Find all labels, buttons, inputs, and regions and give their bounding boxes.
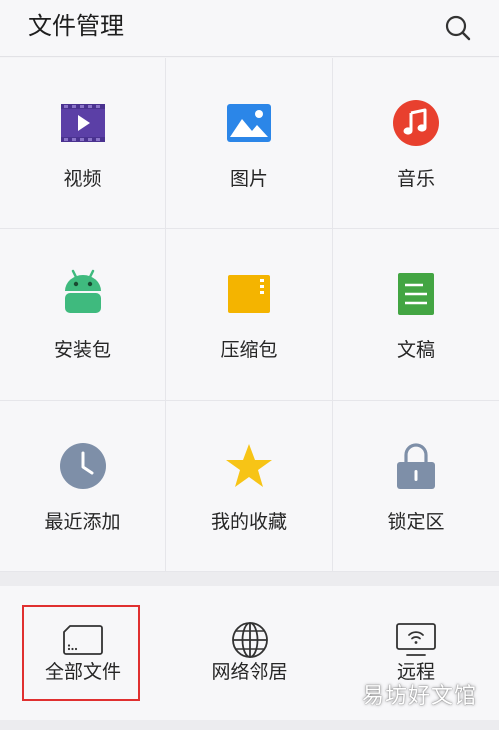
category-locked[interactable]: 锁定区 <box>333 401 499 572</box>
shortcut-label: 全部文件 <box>44 661 121 683</box>
category-document[interactable]: 文稿 <box>333 229 499 401</box>
page-title: 文件管理 <box>28 12 124 40</box>
search-button[interactable] <box>438 8 478 48</box>
footer-strip <box>0 720 499 730</box>
category-music[interactable]: 音乐 <box>333 58 499 229</box>
shortcut-label: 远程 <box>396 661 435 683</box>
watermark-text: 易坊好文馆 <box>361 684 477 709</box>
category-grid: 视频 图片 音乐 安装包 压缩包 文稿 最近添加 我的收藏 锁定区 <box>0 58 499 572</box>
document-icon <box>398 273 434 315</box>
category-video[interactable]: 视频 <box>0 58 166 229</box>
clock-icon <box>59 443 106 489</box>
category-label: 音乐 <box>396 168 435 190</box>
video-icon <box>60 104 105 142</box>
category-label: 视频 <box>63 168 102 190</box>
search-icon <box>445 15 471 41</box>
lock-icon <box>397 443 435 489</box>
category-image[interactable]: 图片 <box>166 58 333 229</box>
category-label: 压缩包 <box>220 339 278 361</box>
globe-icon <box>231 622 268 658</box>
category-label: 安装包 <box>53 339 111 361</box>
network-neighborhood-button[interactable]: 网络邻居 <box>166 586 333 720</box>
section-divider <box>0 572 499 586</box>
category-archive[interactable]: 压缩包 <box>166 229 333 401</box>
category-label: 图片 <box>229 168 268 190</box>
category-label: 最近添加 <box>44 511 121 533</box>
shortcut-label: 网络邻居 <box>211 661 288 683</box>
archive-icon <box>228 275 270 313</box>
star-icon <box>226 444 272 487</box>
image-icon <box>227 104 271 142</box>
music-icon <box>393 100 439 146</box>
app-header: 文件管理 <box>0 0 499 57</box>
all-files-button[interactable]: 全部文件 <box>0 586 166 720</box>
storage-icon <box>63 625 103 655</box>
category-label: 我的收藏 <box>210 511 287 533</box>
remote-screen-icon <box>396 623 436 656</box>
category-recent[interactable]: 最近添加 <box>0 401 166 572</box>
android-icon <box>64 269 101 313</box>
category-apk[interactable]: 安装包 <box>0 229 166 401</box>
category-label: 文稿 <box>396 339 435 361</box>
category-favorites[interactable]: 我的收藏 <box>166 401 333 572</box>
category-label: 锁定区 <box>387 511 445 533</box>
